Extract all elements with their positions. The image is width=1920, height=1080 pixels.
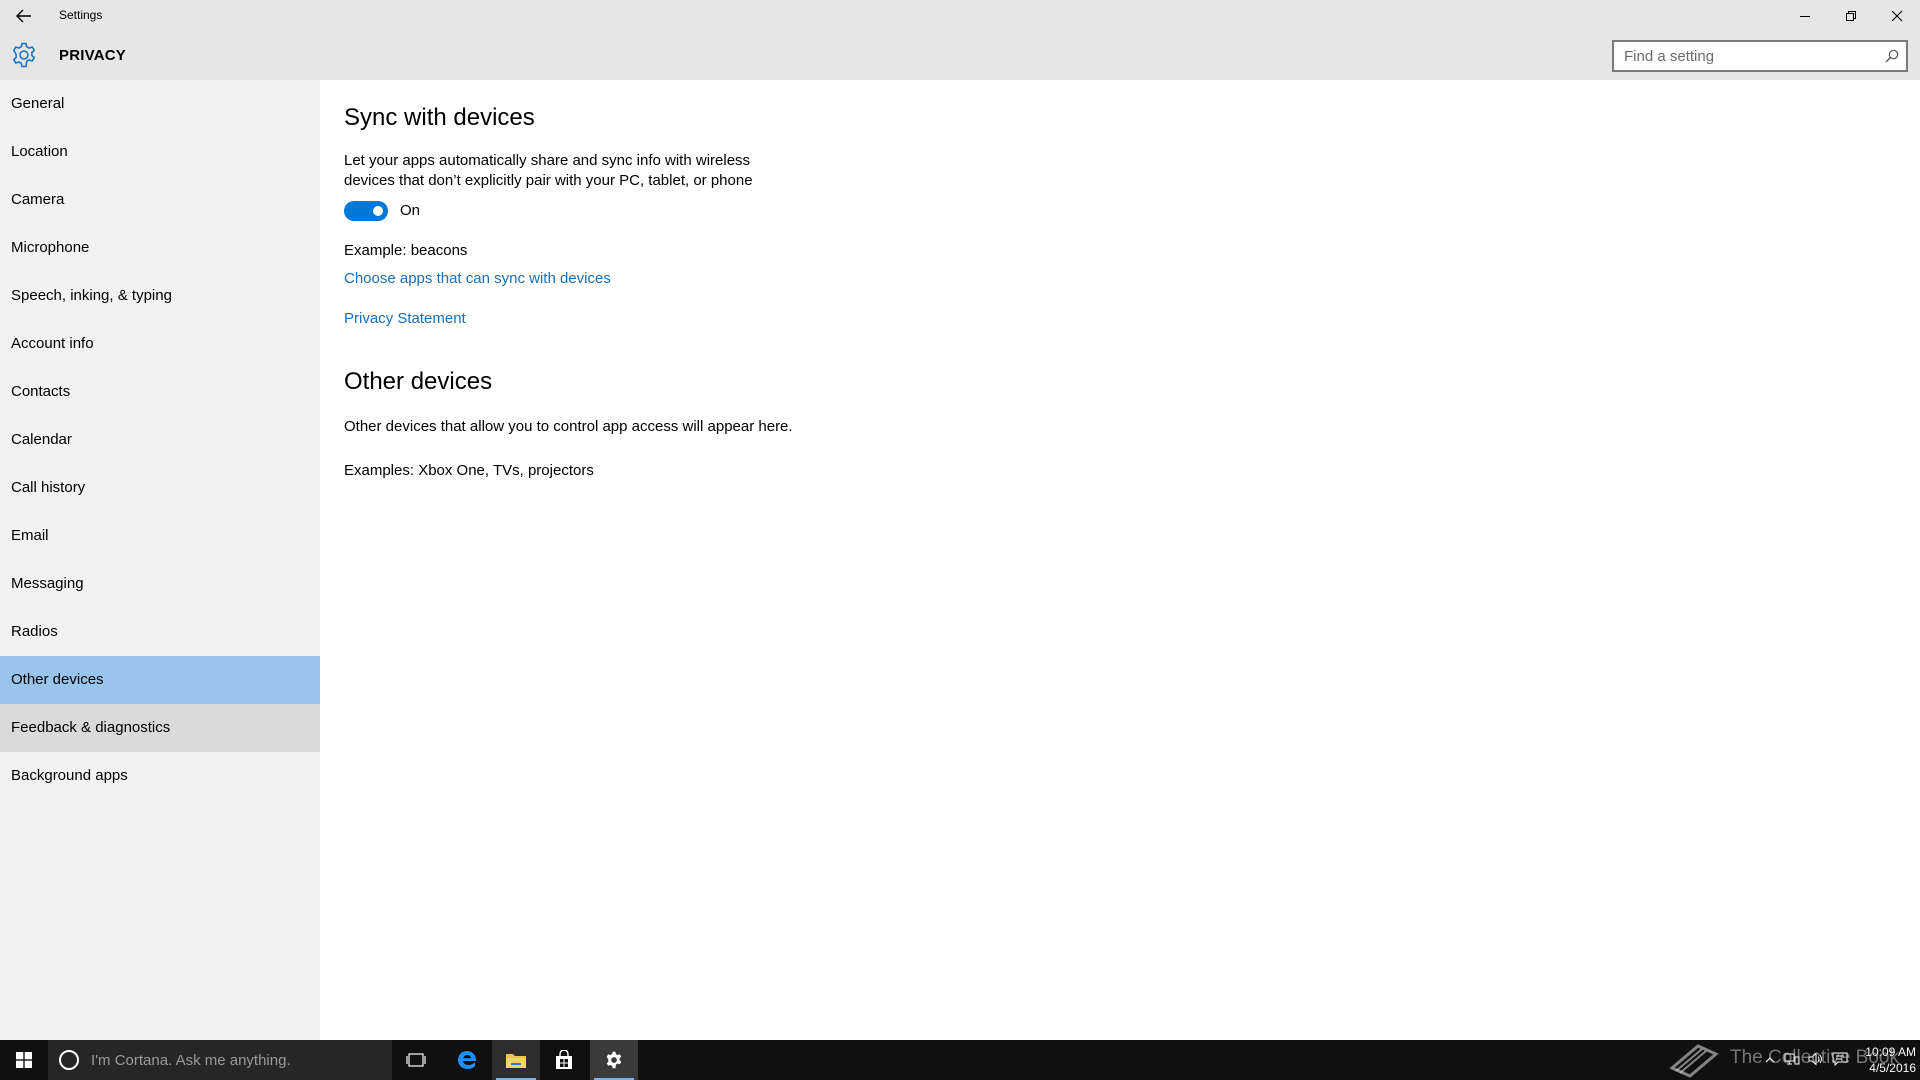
search-input[interactable] [1614,42,1878,70]
cortana-placeholder: I'm Cortana. Ask me anything. [91,1051,291,1069]
sync-toggle[interactable] [344,201,388,221]
sidebar-item-microphone[interactable]: Microphone [0,224,320,272]
search-box[interactable] [1612,40,1908,72]
edge-icon [458,1051,477,1069]
task-view-button[interactable] [392,1040,440,1080]
start-button[interactable] [0,1040,48,1080]
example-text: Example: beacons [344,242,468,259]
sidebar-item-general[interactable]: General [0,80,320,128]
sidebar-item-speech[interactable]: Speech, inking, & typing [0,272,320,320]
settings-taskbar-button[interactable] [590,1040,638,1080]
sidebar-item-calendar[interactable]: Calendar [0,416,320,464]
toggle-state-label: On [400,202,421,219]
other-devices-heading: Other devices [344,368,493,395]
sidebar-item-feedback-diagnostics[interactable]: Feedback & diagnostics [0,704,320,752]
sidebar: General Location Camera Microphone Speec… [0,80,320,1040]
privacy-statement-link[interactable]: Privacy Statement [344,309,466,329]
page-header: PRIVACY [0,31,1920,80]
settings-icon [606,1051,622,1069]
sidebar-item-background-apps[interactable]: Background apps [0,752,320,800]
store-button[interactable] [540,1040,588,1080]
back-button[interactable] [0,0,48,31]
sidebar-item-account-info[interactable]: Account info [0,320,320,368]
store-icon [556,1050,572,1069]
sidebar-item-radios[interactable]: Radios [0,608,320,656]
minimize-icon [1800,15,1810,17]
toggle-knob [373,206,383,216]
restore-button[interactable] [1828,0,1874,31]
sidebar-item-camera[interactable]: Camera [0,176,320,224]
task-view-icon [406,1053,426,1067]
cortana-icon [59,1050,79,1070]
watermark: The Collective Book [1668,1036,1899,1080]
page-title: PRIVACY [59,47,126,64]
cortana-search-box[interactable]: I'm Cortana. Ask me anything. [48,1040,392,1080]
book-logo-icon [1669,1044,1719,1078]
sidebar-item-call-history[interactable]: Call history [0,464,320,512]
title-bar: Settings [0,0,1920,31]
sync-heading: Sync with devices [344,104,535,131]
windows-logo-icon [16,1052,32,1068]
sidebar-item-contacts[interactable]: Contacts [0,368,320,416]
watermark-text: The Collective Book [1730,1047,1899,1068]
sync-description: Let your apps automatically share and sy… [344,152,753,189]
close-icon [1891,10,1903,21]
file-explorer-icon [506,1054,526,1068]
file-explorer-button[interactable] [492,1040,540,1080]
sidebar-item-email[interactable]: Email [0,512,320,560]
gear-icon [12,42,36,68]
other-devices-description: Other devices that allow you to control … [344,418,793,435]
window-title: Settings [59,8,103,22]
sidebar-item-other-devices[interactable]: Other devices [0,656,320,704]
edge-button[interactable] [443,1040,491,1080]
minimize-button[interactable] [1782,0,1828,31]
main-content: Sync with devices Let your apps automati… [320,80,1920,1040]
sidebar-item-location[interactable]: Location [0,128,320,176]
search-icon[interactable] [1878,42,1906,70]
arrow-left-icon [16,9,31,22]
other-devices-examples: Examples: Xbox One, TVs, projectors [344,462,594,479]
taskbar: I'm Cortana. Ask me anything. 10:09 AM 4… [0,1040,1920,1080]
sidebar-item-messaging[interactable]: Messaging [0,560,320,608]
close-button[interactable] [1874,0,1920,31]
choose-apps-link[interactable]: Choose apps that can sync with devices [344,269,611,289]
restore-icon [1846,10,1856,21]
